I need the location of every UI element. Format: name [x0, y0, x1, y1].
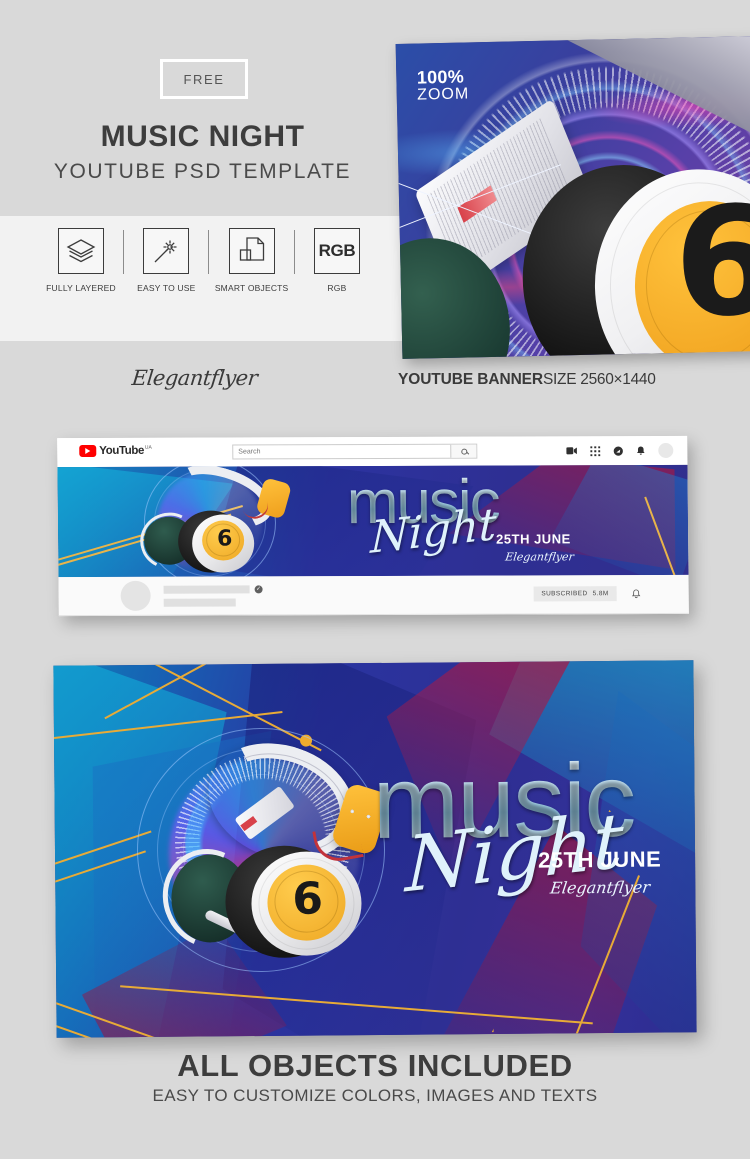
zoom-percent: 100%	[416, 66, 465, 88]
feature-smart-objects: SMART OBJECTS	[215, 228, 289, 293]
zoom-preview-badge-6: 6	[672, 174, 750, 352]
banner-brand: Elegantflyer	[549, 877, 652, 898]
youtube-play-icon	[79, 444, 97, 458]
youtube-channel-bar: ✓ SUBSCRIBED 5.8M	[58, 574, 689, 617]
youtube-logo-text: YouTube	[99, 444, 145, 457]
headphone-illustration-mini: 6	[117, 464, 308, 578]
feature-label: RGB	[327, 283, 347, 293]
banner-art-mini: 6 music Night 25TH JUNE Elegantflyer	[57, 464, 689, 578]
youtube-channel-banner: 6 music Night 25TH JUNE Elegantflyer	[57, 464, 689, 578]
feature-easy-to-use: EASY TO USE	[129, 228, 203, 293]
headphone-badge-6: 6	[216, 526, 233, 552]
feature-label: EASY TO USE	[137, 283, 196, 293]
feature-divider	[293, 230, 295, 274]
banner-date-mini: 25TH JUNE	[496, 531, 571, 547]
header-icon-group	[566, 442, 674, 459]
verified-badge-icon: ✓	[254, 585, 263, 594]
page-title: MUSIC NIGHT	[100, 120, 305, 153]
banner-date: 25TH JUNE	[537, 846, 662, 873]
channel-name-placeholder	[163, 585, 250, 594]
smart-objects-icon	[228, 228, 275, 274]
youtube-logo[interactable]: YouTube UA	[79, 444, 152, 458]
features-row: FULLY LAYERED EASY TO USE SMART OBJECTS …	[44, 228, 374, 328]
apps-grid-icon[interactable]	[590, 445, 601, 456]
avatar[interactable]	[658, 442, 674, 459]
full-size-banner: 6 music Night 25TH JUNE Elegantflyer	[53, 660, 697, 1038]
subscribed-button[interactable]: SUBSCRIBED 5.8M	[533, 586, 617, 602]
free-badge: FREE	[160, 59, 248, 99]
bell-icon[interactable]	[636, 445, 645, 456]
footer-title: ALL OBJECTS INCLUDED	[177, 1048, 573, 1083]
page-subtitle: YOUTUBE PSD TEMPLATE	[53, 160, 352, 183]
notification-bell-icon[interactable]	[631, 586, 641, 604]
magic-wand-icon	[143, 228, 190, 274]
banner-art-full: 6 music Night 25TH JUNE Elegantflyer	[53, 660, 697, 1038]
zoom-preview-label: 100% ZOOM	[417, 67, 470, 104]
headphone-badge-6-full: 6	[292, 873, 324, 925]
footer-subtitle: EASY TO CUSTOMIZE COLORS, IMAGES AND TEX…	[152, 1086, 598, 1105]
feature-divider	[123, 230, 125, 274]
zoom-word: ZOOM	[417, 85, 470, 104]
youtube-header-bar: YouTube UA	[57, 435, 688, 468]
banner-brand-mini: Elegantflyer	[504, 550, 575, 564]
rgb-icon: RGB	[313, 228, 360, 274]
elegantflyer-logo: Elegantflyer	[130, 366, 259, 390]
rgb-icon-text: RGB	[318, 241, 356, 260]
feature-fully-layered: FULLY LAYERED	[44, 228, 118, 293]
search-bar[interactable]	[232, 443, 478, 460]
subscriber-count: 5.8M	[592, 590, 609, 598]
feature-rgb: RGB RGB	[300, 228, 374, 293]
search-button[interactable]	[450, 444, 477, 458]
channel-meta-placeholder	[163, 598, 236, 607]
youtube-mockup: YouTube UA Search 6 music Night 25TH JUN…	[57, 435, 689, 617]
youtube-country-code: UA	[144, 444, 152, 451]
search-input[interactable]	[233, 447, 451, 456]
video-camera-icon[interactable]	[566, 446, 577, 455]
channel-avatar[interactable]	[120, 580, 151, 611]
banner-caption-size: SIZE 2560×1440	[543, 371, 656, 388]
feature-divider	[208, 230, 210, 274]
subscribed-label: SUBSCRIBED	[541, 590, 588, 598]
messages-icon[interactable]	[613, 446, 623, 456]
search-icon	[460, 448, 467, 455]
layers-icon	[58, 228, 104, 274]
feature-label: FULLY LAYERED	[46, 283, 116, 293]
banner-caption: YOUTUBE BANNERSIZE 2560×1440	[398, 371, 656, 389]
feature-label: SMART OBJECTS	[214, 283, 289, 293]
banner-caption-label: YOUTUBE BANNER	[398, 371, 543, 388]
